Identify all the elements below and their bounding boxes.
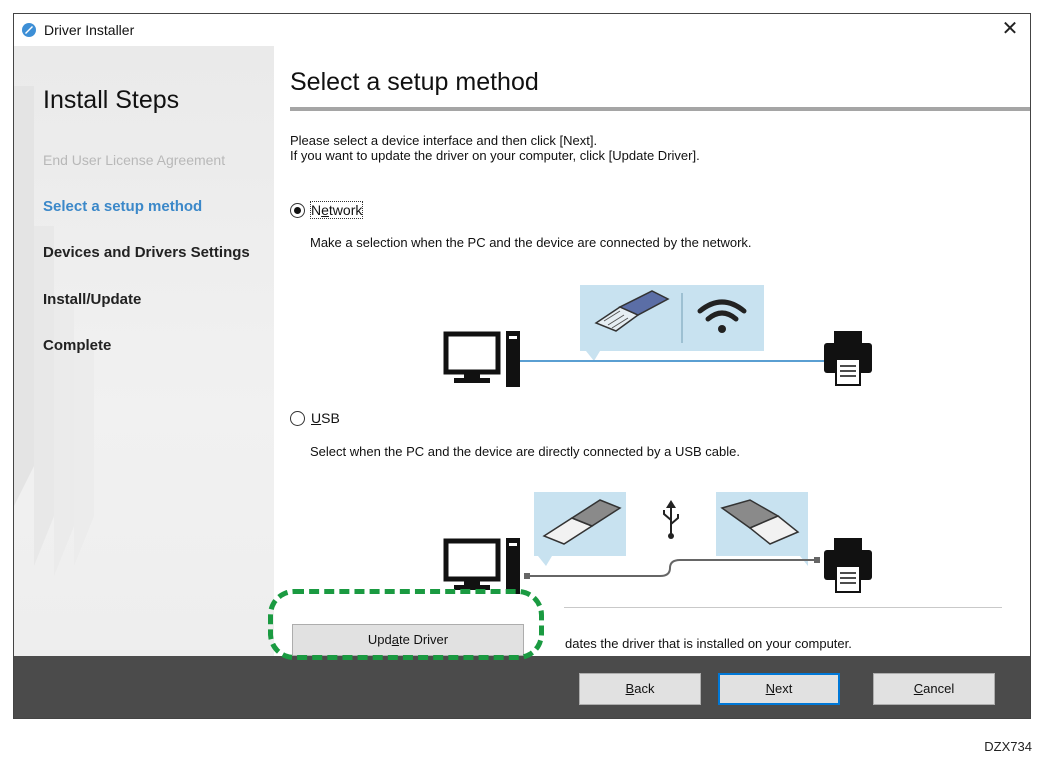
usb-label[interactable]: USB — [311, 410, 340, 426]
close-button[interactable]: ✕ — [990, 14, 1030, 46]
usb-radio[interactable] — [290, 410, 305, 426]
network-illustration — [424, 281, 884, 391]
page-title: Select a setup method — [290, 68, 539, 96]
instructions: Please select a device interface and the… — [290, 133, 700, 163]
network-option[interactable]: Network — [290, 201, 364, 219]
step-select-setup-method: Select a setup method — [43, 198, 203, 215]
separator — [564, 607, 1002, 608]
install-steps-sidebar: Install Steps End User License Agreement… — [14, 46, 274, 656]
footer-bar: Back Next Cancel — [14, 656, 1030, 718]
title-bar: Driver Installer ✕ — [14, 14, 1030, 46]
next-button[interactable]: Next — [718, 673, 840, 705]
title-underline — [290, 107, 1030, 111]
window-title: Driver Installer — [44, 22, 135, 38]
network-radio[interactable] — [290, 202, 305, 218]
usb-option[interactable]: USB — [290, 410, 340, 426]
update-description: dates the driver that is installed on yo… — [565, 636, 852, 651]
usb-illustration — [424, 488, 884, 598]
step-license-agreement: End User License Agreement — [43, 152, 226, 168]
instruction-line-1: Please select a device interface and the… — [290, 133, 598, 148]
update-driver-highlight — [268, 589, 544, 660]
network-description: Make a selection when the PC and the dev… — [310, 235, 752, 250]
sidebar-heading: Install Steps — [43, 86, 180, 114]
instruction-line-2: If you want to update the driver on your… — [290, 148, 700, 163]
back-button[interactable]: Back — [579, 673, 701, 705]
network-label[interactable]: Network — [309, 201, 364, 219]
step-install-update: Install/Update — [43, 291, 142, 308]
cancel-button[interactable]: Cancel — [873, 673, 995, 705]
app-icon — [22, 23, 36, 37]
usb-description: Select when the PC and the device are di… — [310, 444, 740, 459]
step-complete: Complete — [43, 337, 112, 354]
main-panel: Select a setup method Please select a de… — [274, 46, 1030, 656]
step-devices-drivers-settings: Devices and Drivers Settings — [43, 244, 250, 261]
document-code: DZX734 — [984, 739, 1032, 754]
